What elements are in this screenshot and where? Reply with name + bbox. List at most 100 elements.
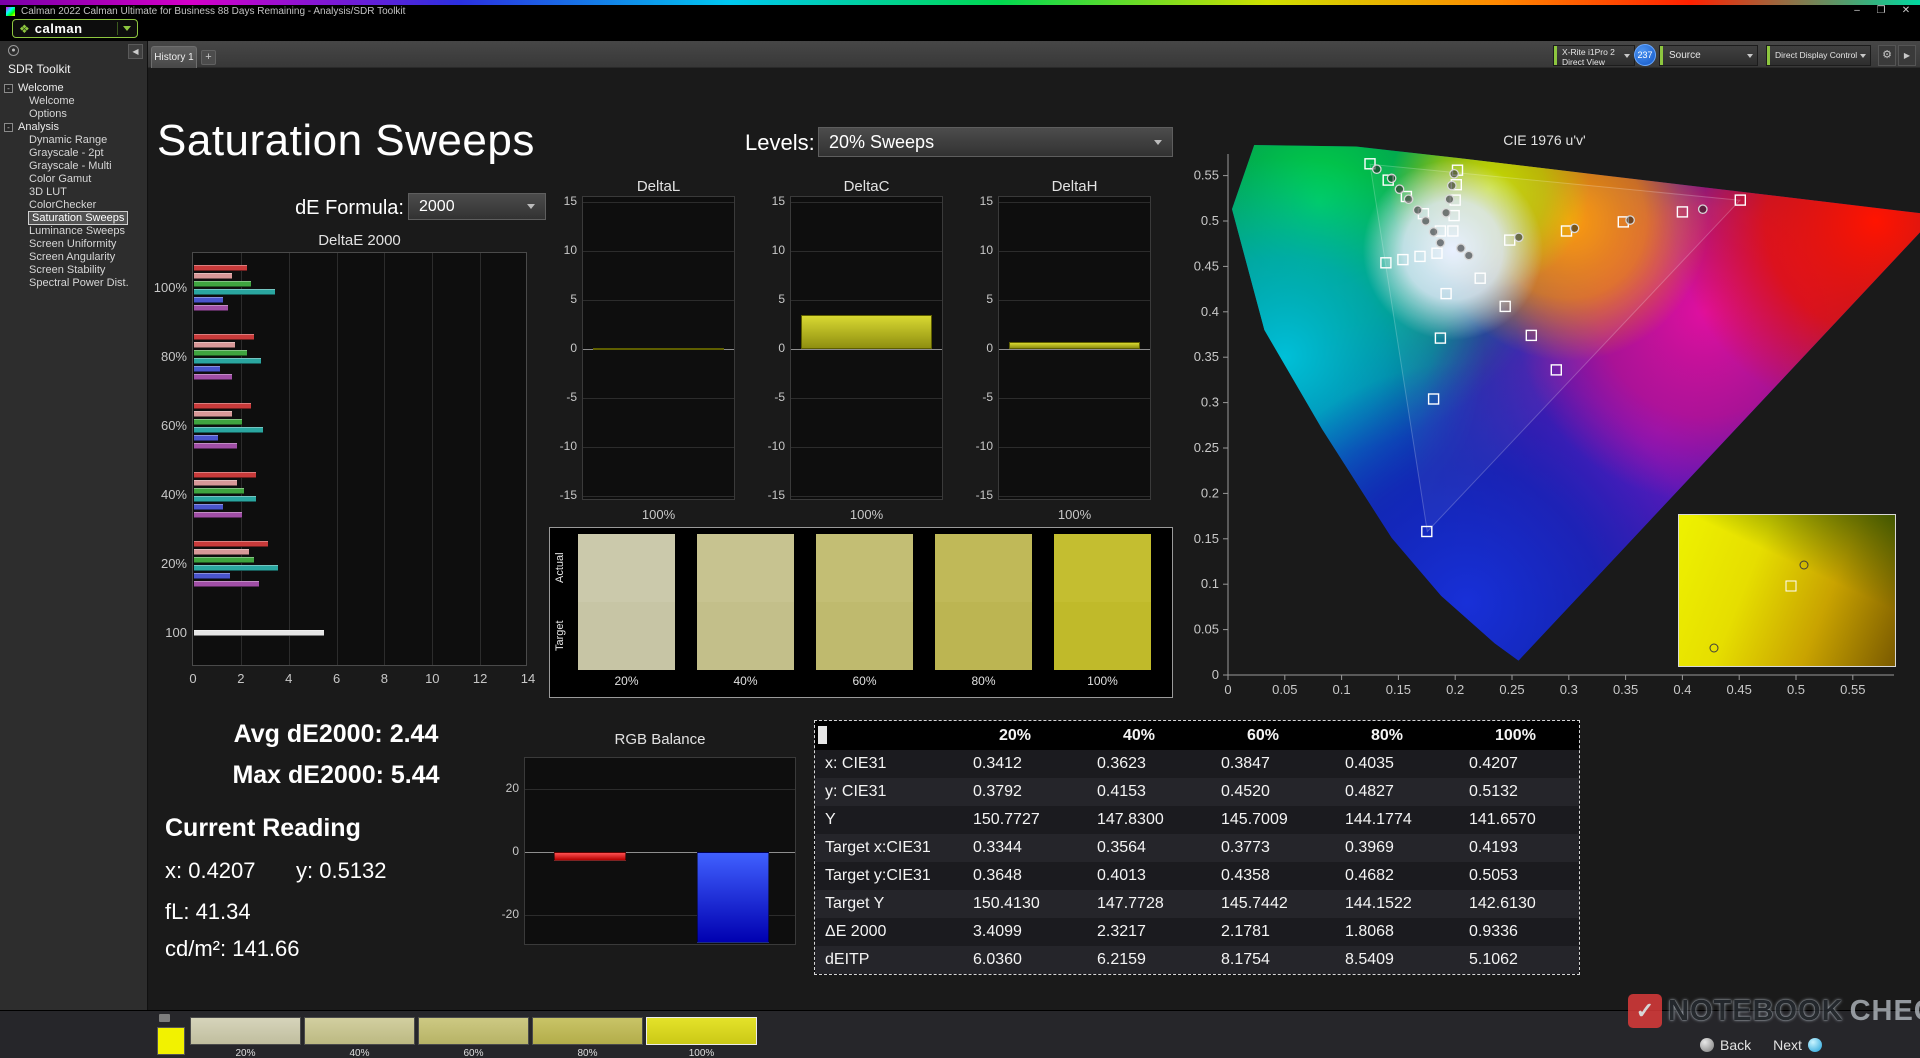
- gridline: [791, 300, 942, 301]
- gridline: [999, 251, 1150, 252]
- cie-measured-point: [1404, 195, 1412, 203]
- tab-history-1[interactable]: History 1: [151, 46, 197, 68]
- table-cell: 0.3412: [959, 755, 1083, 773]
- sidebar-item-screen-stability[interactable]: Screen Stability: [0, 264, 148, 277]
- chart-bar: [1009, 342, 1140, 349]
- meter-dropdown[interactable]: X-Rite i1Pro 2 Direct View: [1553, 45, 1635, 66]
- sidebar-item-luminance-sweeps[interactable]: Luminance Sweeps: [0, 225, 148, 238]
- table-cell: 147.7728: [1083, 895, 1207, 913]
- gridline: [337, 253, 338, 665]
- levels-dropdown[interactable]: 20% Sweeps: [818, 127, 1173, 157]
- source-dropdown[interactable]: Source: [1659, 45, 1758, 66]
- sidebar-item-grayscale-2pt[interactable]: Grayscale - 2pt: [0, 147, 148, 160]
- deltah-chart-title: DeltaH: [998, 178, 1151, 195]
- gridline: [583, 300, 734, 301]
- axis-tick-label: 0: [489, 844, 519, 858]
- current-fl-value: fL: 41.34: [165, 899, 251, 925]
- sidebar-item-colorchecker[interactable]: ColorChecker: [0, 199, 148, 212]
- tree-expander-icon[interactable]: -: [4, 84, 13, 93]
- axis-tick-label: -15: [755, 488, 785, 502]
- swatch-actual: [1054, 534, 1151, 602]
- add-tab-button[interactable]: +: [201, 50, 216, 65]
- axis-tick-label: 10: [963, 243, 993, 257]
- filmstrip-label: 80%: [532, 1048, 643, 1058]
- next-icon: [1808, 1038, 1822, 1052]
- axis-tick-label: 0.1: [1201, 576, 1219, 591]
- table-row: Target x:CIE310.33440.35640.37730.39690.…: [815, 834, 1579, 862]
- cie-target-square: [1786, 580, 1797, 591]
- next-button[interactable]: Next: [1773, 1037, 1802, 1053]
- table-cell: 142.6130: [1455, 895, 1579, 913]
- table-cell: 0.3564: [1083, 839, 1207, 857]
- cie-measured-point: [1800, 560, 1809, 569]
- sidebar-item-analysis[interactable]: -Analysis: [0, 121, 148, 134]
- sidebar-item-screen-angularity[interactable]: Screen Angularity: [0, 251, 148, 264]
- sidebar-item-dynamic-range[interactable]: Dynamic Range: [0, 134, 148, 147]
- gridline: [999, 349, 1150, 350]
- gridline: [791, 447, 942, 448]
- filmstrip-swatch-60%[interactable]: [418, 1017, 529, 1045]
- axis-tick-label: -10: [547, 439, 577, 453]
- display-control-dropdown[interactable]: Direct Display Control: [1766, 45, 1871, 66]
- filmstrip-swatch-100%[interactable]: [646, 1017, 757, 1045]
- table-cell: 145.7009: [1207, 811, 1331, 829]
- minimize-button[interactable]: –: [1848, 5, 1866, 16]
- tree-group-label: Welcome: [18, 82, 64, 95]
- sidebar-item-color-gamut[interactable]: Color Gamut: [0, 173, 148, 186]
- calman-menu-button[interactable]: ❖ calman: [12, 19, 138, 38]
- patch-window-icon[interactable]: [159, 1014, 170, 1022]
- record-icon[interactable]: ●: [8, 45, 19, 56]
- table-row-label: x: CIE31: [815, 755, 959, 773]
- tree-group-label: Analysis: [18, 121, 59, 134]
- axis-tick-label: 0: [1224, 682, 1231, 697]
- table-cell: 0.5053: [1455, 867, 1579, 885]
- sidebar-item-options[interactable]: Options: [0, 108, 148, 121]
- de-formula-dropdown[interactable]: 2000: [408, 193, 546, 220]
- table-cell: 8.5409: [1331, 951, 1455, 969]
- filmstrip-swatch-40%[interactable]: [304, 1017, 415, 1045]
- sidebar-item-grayscale-multi[interactable]: Grayscale - Multi: [0, 160, 148, 173]
- sidebar-item-spectral-power-dist-[interactable]: Spectral Power Dist.: [0, 277, 148, 290]
- tree-item-label: Screen Uniformity: [29, 238, 116, 251]
- table-row-label: Target Y: [815, 895, 959, 913]
- meter-count-badge: 237: [1634, 44, 1656, 66]
- table-cell: 6.0360: [959, 951, 1083, 969]
- watermark-check-text: CHECK: [1850, 995, 1920, 1028]
- deltae-bar: [194, 581, 259, 587]
- sidebar-collapse-button[interactable]: ◀: [128, 44, 143, 59]
- settings-gear-button[interactable]: ⚙: [1878, 45, 1896, 66]
- tree-expander-icon[interactable]: -: [4, 123, 13, 132]
- sidebar-item-screen-uniformity[interactable]: Screen Uniformity: [0, 238, 148, 251]
- table-row-label: Target x:CIE31: [815, 839, 959, 857]
- rgb-balance-title: RGB Balance: [524, 731, 796, 748]
- swatch-60%: [816, 534, 913, 670]
- sidebar-item-3d-lut[interactable]: 3D LUT: [0, 186, 148, 199]
- table-row-label: dEITP: [815, 951, 959, 969]
- deltae-bar: [194, 342, 235, 348]
- gridline: [241, 253, 242, 665]
- back-button[interactable]: Back: [1720, 1037, 1751, 1053]
- table-cell: 144.1774: [1331, 811, 1455, 829]
- axis-tick-label: 5: [755, 292, 785, 306]
- axis-tick-label: 15: [963, 194, 993, 208]
- filmstrip-swatch-80%[interactable]: [532, 1017, 643, 1045]
- tree-item-label: Saturation Sweeps: [29, 212, 127, 224]
- table-cell: 0.3969: [1331, 839, 1455, 857]
- panel-expand-button[interactable]: ▶: [1898, 45, 1916, 66]
- axis-tick-label: 12: [465, 671, 495, 686]
- calman-logo-text: calman: [35, 21, 83, 36]
- maximize-button[interactable]: ❐: [1872, 5, 1890, 16]
- close-button[interactable]: ✕: [1897, 5, 1915, 16]
- table-row: x: CIE310.34120.36230.38470.40350.4207: [815, 750, 1579, 778]
- cie-measured-point: [1457, 244, 1465, 252]
- table-cell: 2.1781: [1207, 923, 1331, 941]
- filmstrip-swatch-20%[interactable]: [190, 1017, 301, 1045]
- sidebar-item-welcome[interactable]: -Welcome: [0, 82, 148, 95]
- axis-tick-label: 0.2: [1446, 682, 1464, 697]
- filmstrip-label: 20%: [190, 1048, 301, 1058]
- sidebar-item-saturation-sweeps[interactable]: Saturation Sweeps: [0, 212, 148, 225]
- deltal-chart-title: DeltaL: [582, 178, 735, 195]
- sidebar-item-welcome[interactable]: Welcome: [0, 95, 148, 108]
- axis-tick-label: -5: [547, 390, 577, 404]
- axis-tick-label: 0.55: [1840, 682, 1865, 697]
